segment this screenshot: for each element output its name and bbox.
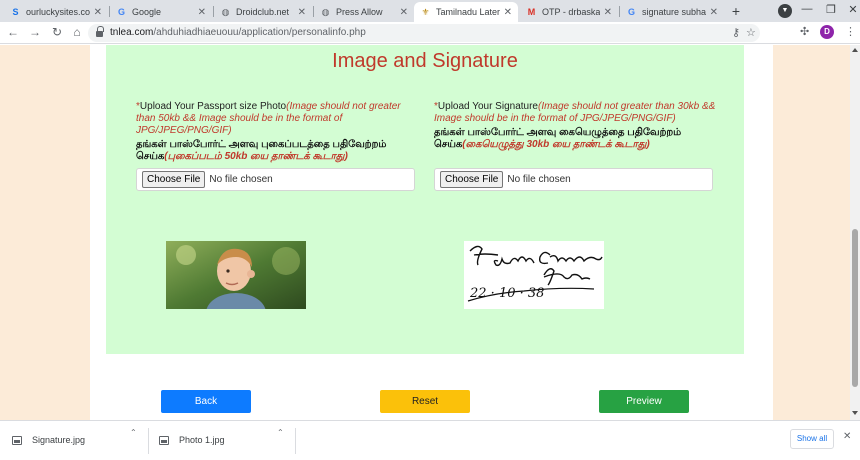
browser-tab[interactable]: ◍ Droidclub.net ✕ bbox=[214, 2, 312, 22]
download-item[interactable]: Photo 1.jpg bbox=[159, 428, 225, 452]
window-close-icon[interactable]: ✕ bbox=[846, 3, 860, 16]
tab-close-icon[interactable]: ✕ bbox=[198, 7, 206, 18]
emblem-icon: ⚜ bbox=[421, 6, 430, 17]
address-bar[interactable]: tnlea.com/ahduhiadhiaeuouu/application/p… bbox=[88, 24, 760, 42]
tab-close-icon[interactable]: ✕ bbox=[710, 7, 718, 18]
forward-arrow-icon[interactable]: → bbox=[28, 25, 42, 39]
tab-close-icon[interactable]: ✕ bbox=[604, 7, 612, 18]
section-heading: Image and Signature bbox=[332, 50, 518, 72]
google-icon: G bbox=[117, 7, 125, 17]
browser-tab-active[interactable]: ⚜ Tamilnadu Lateral ✕ bbox=[414, 2, 518, 22]
signature-tamil-instruction: தங்கள் பாஸ்போர்ட் அளவு கையெழுத்தை பதிவேற… bbox=[434, 127, 682, 150]
chevron-up-icon[interactable]: ⌃ bbox=[130, 428, 137, 437]
tab-title: Google bbox=[132, 7, 162, 17]
globe-icon: ◍ bbox=[321, 6, 330, 17]
show-all-button[interactable]: Show all bbox=[790, 429, 834, 449]
photo-file-input[interactable]: Choose File No file chosen bbox=[136, 168, 415, 191]
tab-close-icon[interactable]: ✕ bbox=[400, 7, 408, 18]
back-button[interactable]: Back bbox=[161, 390, 251, 413]
signature-file-input[interactable]: Choose File No file chosen bbox=[434, 168, 713, 191]
scroll-up-icon[interactable] bbox=[852, 48, 858, 52]
shelf-close-icon[interactable]: ✕ bbox=[843, 431, 851, 442]
photo-choose-file-button[interactable]: Choose File bbox=[142, 171, 206, 188]
tab-title: Droidclub.net bbox=[236, 7, 290, 17]
google-icon: G bbox=[627, 7, 635, 17]
page-viewport: Image and Signature *Upload Your Passpor… bbox=[0, 45, 850, 420]
image-signature-panel: Image and Signature *Upload Your Passpor… bbox=[106, 45, 744, 354]
image-file-icon bbox=[12, 435, 22, 445]
signature-file-status: No file chosen bbox=[507, 174, 571, 185]
tab-close-icon[interactable]: ✕ bbox=[504, 7, 512, 18]
tab-close-icon[interactable]: ✕ bbox=[94, 7, 102, 18]
page-scrollbar[interactable] bbox=[850, 45, 860, 420]
preview-button[interactable]: Preview bbox=[599, 390, 689, 413]
download-filename: Photo 1.jpg bbox=[179, 435, 225, 445]
tab-title: Tamilnadu Lateral bbox=[436, 7, 500, 17]
page-margin-left bbox=[0, 45, 90, 420]
star-icon[interactable]: ☆ bbox=[746, 26, 756, 39]
photo-file-status: No file chosen bbox=[209, 174, 273, 185]
reload-icon[interactable]: ↻ bbox=[50, 25, 64, 39]
signature-tamil-note: (கையெழுத்து 30kb யை தாண்டக் கூடாது) bbox=[462, 139, 650, 150]
photo-upload-instructions: *Upload Your Passport size Photo(Image s… bbox=[136, 101, 418, 163]
tab-title: ourluckysites.com bbox=[26, 7, 90, 17]
download-filename: Signature.jpg bbox=[32, 435, 86, 445]
photo-tamil-note: (புகைப்படம் 50kb யை தாண்டக் கூடாது) bbox=[164, 151, 348, 162]
reset-button[interactable]: Reset bbox=[380, 390, 470, 413]
browser-tab[interactable]: G Google ✕ bbox=[110, 2, 212, 22]
lock-icon[interactable] bbox=[96, 26, 104, 37]
browser-tab-strip: S ourluckysites.com ✕ G Google ✕ ◍ Droid… bbox=[0, 0, 860, 22]
browser-tab[interactable]: ◍ Press Allow ✕ bbox=[314, 2, 414, 22]
tab-close-icon[interactable]: ✕ bbox=[298, 7, 306, 18]
browser-toolbar: ← → ↻ ⌂ tnlea.com/ahduhiadhiaeuouu/appli… bbox=[0, 22, 860, 44]
download-item[interactable]: Signature.jpg bbox=[12, 428, 85, 452]
browser-tab[interactable]: G signature subhash ✕ bbox=[620, 2, 724, 22]
image-file-icon bbox=[159, 435, 169, 445]
signature-preview-image: 22 · 10 · 38 bbox=[464, 241, 604, 309]
tab-title: signature subhash bbox=[642, 7, 706, 17]
scroll-down-icon[interactable] bbox=[852, 411, 858, 415]
extensions-icon[interactable]: ✣ bbox=[800, 25, 809, 38]
back-arrow-icon[interactable]: ← bbox=[6, 25, 20, 39]
tab-title: OTP - drbaskaran bbox=[542, 7, 600, 17]
s-logo-icon: S bbox=[12, 7, 19, 17]
home-icon[interactable]: ⌂ bbox=[70, 25, 84, 39]
key-icon[interactable]: ⚷ bbox=[732, 26, 740, 39]
download-separator bbox=[148, 428, 149, 454]
download-separator bbox=[295, 428, 296, 454]
maximize-icon[interactable]: ❐ bbox=[824, 3, 838, 16]
minimize-icon[interactable]: — bbox=[800, 3, 814, 15]
photo-upload-label: Upload Your Passport size Photo bbox=[139, 101, 287, 112]
chevron-up-icon[interactable]: ⌃ bbox=[277, 428, 284, 437]
tab-search-icon[interactable]: ▼ bbox=[778, 4, 792, 18]
browser-tab[interactable]: M OTP - drbaskaran ✕ bbox=[520, 2, 618, 22]
browser-tab[interactable]: S ourluckysites.com ✕ bbox=[4, 2, 108, 22]
signature-upload-label: Upload Your Signature bbox=[437, 101, 538, 112]
page-margin-right bbox=[773, 45, 850, 420]
svg-text:22 · 10 · 38: 22 · 10 · 38 bbox=[469, 286, 544, 301]
signature-upload-instructions: *Upload Your Signature(Image should not … bbox=[434, 101, 716, 151]
menu-icon[interactable]: ⋮ bbox=[845, 25, 856, 38]
signature-choose-file-button[interactable]: Choose File bbox=[440, 171, 504, 188]
profile-avatar[interactable]: D bbox=[820, 25, 834, 39]
globe-icon: ◍ bbox=[221, 6, 230, 17]
gmail-icon: M bbox=[527, 7, 536, 17]
photo-preview-image bbox=[166, 241, 306, 309]
photo-tamil-instruction: தங்கள் பாஸ்போர்ட் அளவு புகைப்படத்தை பதிவ… bbox=[136, 139, 387, 162]
scroll-thumb[interactable] bbox=[852, 229, 858, 387]
download-shelf: Signature.jpg ⌃ Photo 1.jpg ⌃ Show all ✕ bbox=[0, 420, 860, 460]
tab-title: Press Allow bbox=[336, 7, 383, 17]
new-tab-icon[interactable]: + bbox=[728, 3, 744, 19]
url-text[interactable]: tnlea.com/ahduhiadhiaeuouu/application/p… bbox=[110, 27, 366, 38]
